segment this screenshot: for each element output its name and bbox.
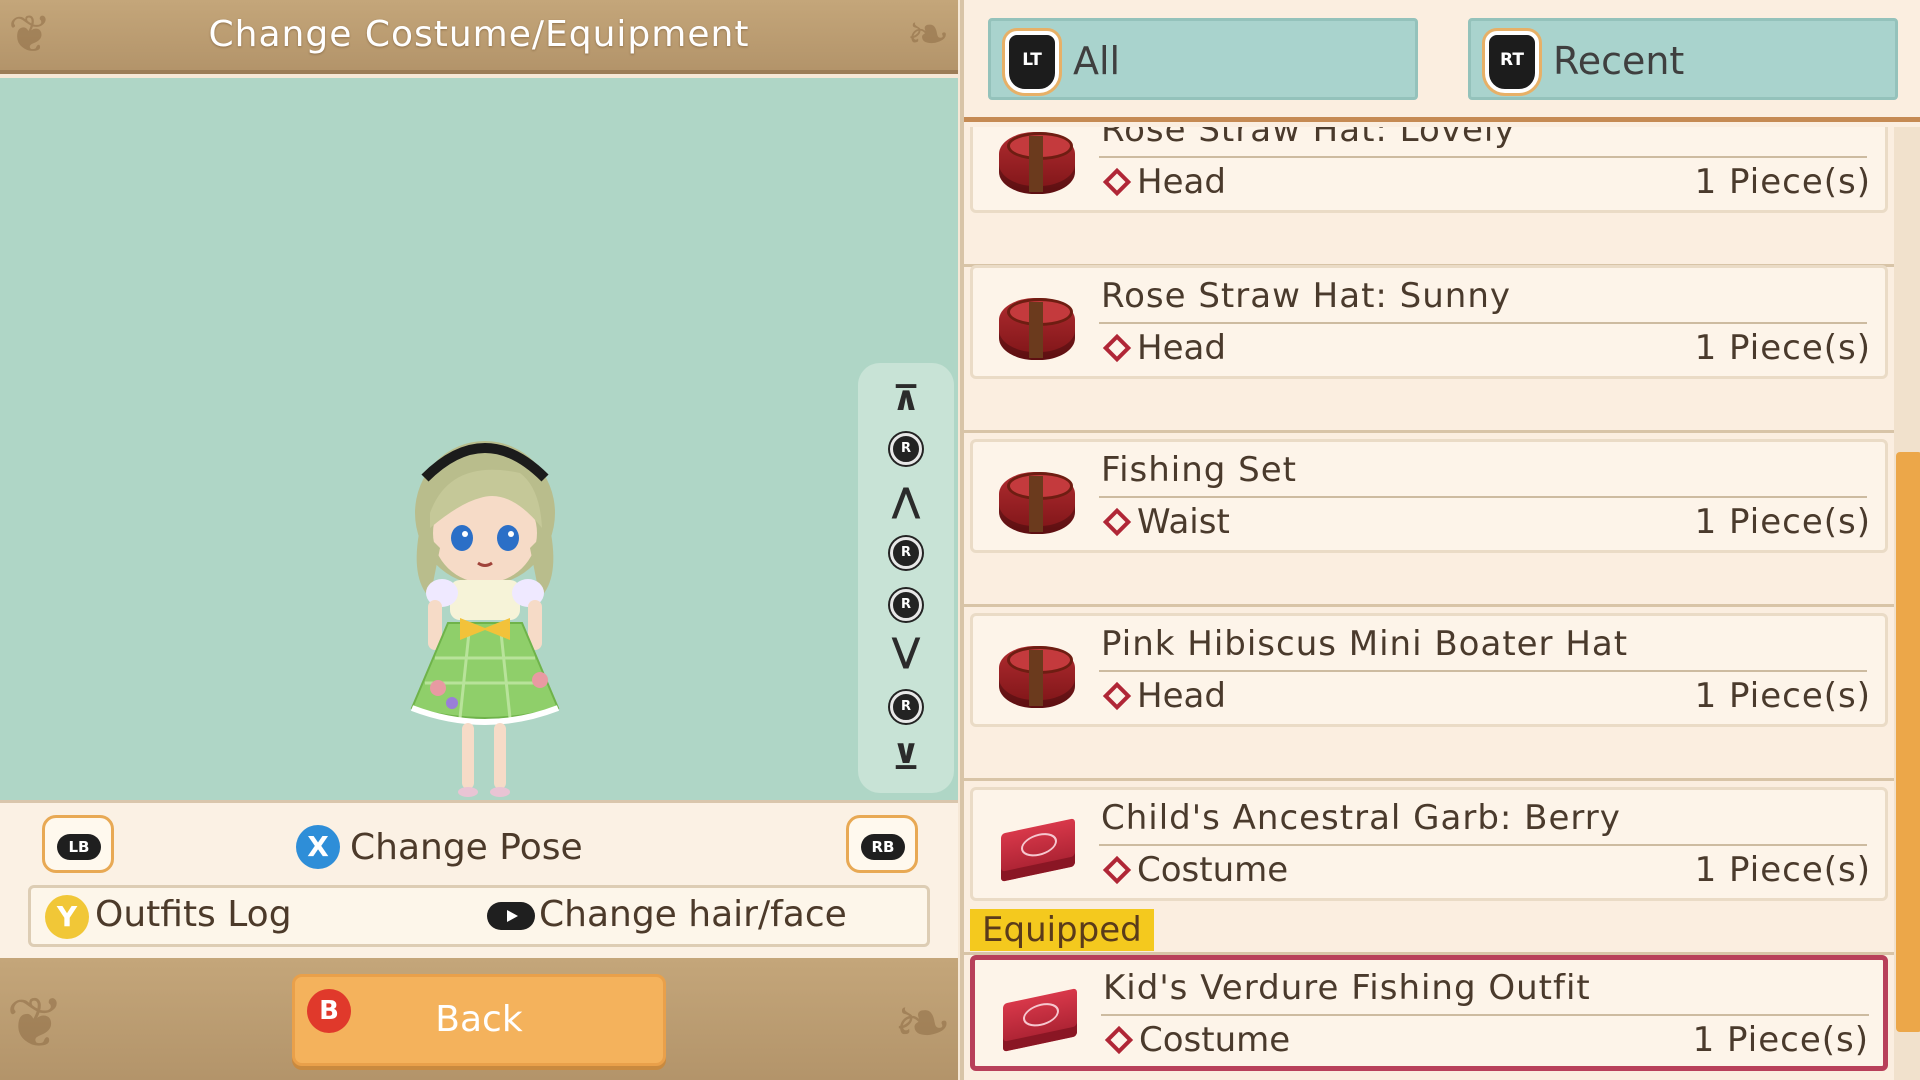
item-category: Costume — [1103, 1020, 1290, 1060]
list-item[interactable]: Pink Hibiscus Mini Boater Hat Head 1 Pie… — [964, 607, 1894, 781]
diamond-icon — [1102, 507, 1132, 537]
back-button[interactable]: B Back — [292, 974, 666, 1066]
item-quantity: 1 Piece(s) — [1694, 162, 1871, 202]
item-quantity: 1 Piece(s) — [1692, 1020, 1869, 1060]
tab-recent[interactable]: RT Recent — [1468, 18, 1898, 100]
item-category-label: Costume — [1137, 850, 1289, 890]
back-label: Back — [435, 999, 523, 1040]
hatbox-icon — [999, 290, 1075, 360]
scrollbar-thumb[interactable] — [1896, 452, 1920, 1032]
rb-label: RB — [861, 834, 905, 860]
options-row: Y Outfits Log Change hair/face — [28, 885, 930, 947]
outfits-log-button[interactable]: Outfits Log — [95, 894, 292, 935]
item-quantity: 1 Piece(s) — [1694, 502, 1871, 542]
tab-all[interactable]: LT All — [988, 18, 1418, 100]
list-item[interactable]: Fishing Set Waist 1 Piece(s) — [964, 433, 1894, 607]
inventory-panel: LT All RT Recent Rose Straw Hat: Lovely … — [960, 0, 1920, 1080]
page-title: Change Costume/Equipment — [208, 14, 750, 55]
item-quantity: 1 Piece(s) — [1694, 676, 1871, 716]
item-category-label: Head — [1137, 328, 1226, 368]
diamond-icon — [1104, 1025, 1134, 1055]
lb-label: LB — [57, 834, 101, 860]
tab-recent-label: Recent — [1553, 39, 1685, 83]
diamond-icon — [1102, 681, 1132, 711]
item-name: Child's Ancestral Garb: Berry — [1101, 798, 1621, 838]
item-card[interactable]: Fishing Set Waist 1 Piece(s) — [970, 439, 1888, 553]
ornament-icon: ❧ — [893, 982, 952, 1064]
preview-panel: ❦ Change Costume/Equipment ❧ ⊼ R ⋀ R R ⋁… — [0, 0, 958, 1080]
item-category-label: Head — [1137, 676, 1226, 716]
zoom-top-icon[interactable]: ⊼ — [858, 379, 954, 419]
item-category: Costume — [1101, 850, 1288, 890]
camera-control-panel: ⊼ R ⋀ R R ⋁ R ⊻ — [858, 363, 954, 793]
right-stick-down-icon: R — [890, 691, 922, 723]
character-model — [410, 441, 560, 797]
item-category-label: Costume — [1139, 1020, 1291, 1060]
x-button-icon: X — [296, 825, 340, 869]
ornament-icon: ❧ — [906, 5, 950, 65]
tab-all-label: All — [1073, 39, 1121, 83]
rt-button-icon: RT — [1485, 31, 1539, 93]
diamond-icon — [1102, 333, 1132, 363]
change-pose-button[interactable]: X Change Pose — [296, 823, 583, 871]
change-pose-label: Change Pose — [350, 826, 583, 868]
item-card[interactable]: Pink Hibiscus Mini Boater Hat Head 1 Pie… — [970, 613, 1888, 727]
chevron-down-icon[interactable]: ⋁ — [858, 631, 954, 671]
action-bar: LB X Change Pose RB Y Outfits Log Change… — [0, 800, 958, 958]
item-category-label: Waist — [1137, 502, 1230, 542]
item-card[interactable]: Child's Ancestral Garb: Berry Costume 1 … — [970, 787, 1888, 901]
lt-button-icon: LT — [1005, 31, 1059, 93]
item-card[interactable]: Rose Straw Hat: Lovely Head 1 Piece(s) — [970, 127, 1888, 213]
list-item-equipped[interactable]: Kid's Verdure Fishing Outfit Costume 1 P… — [964, 951, 1894, 1080]
hatbox-icon — [999, 638, 1075, 708]
filter-tabs: LT All RT Recent — [964, 0, 1920, 122]
diamond-icon — [1102, 167, 1132, 197]
zoom-bottom-icon[interactable]: ⊻ — [858, 738, 954, 778]
hatbox-icon — [999, 127, 1075, 194]
list-item[interactable]: Rose Straw Hat: Sunny Head 1 Piece(s) — [964, 259, 1894, 433]
right-stick-right-icon: R — [890, 589, 922, 621]
lb-button[interactable]: LB — [42, 815, 114, 873]
title-bar: ❦ Change Costume/Equipment ❧ — [0, 0, 958, 74]
item-name: Pink Hibiscus Mini Boater Hat — [1101, 624, 1629, 664]
equipped-badge: Equipped — [970, 909, 1154, 951]
rb-button[interactable]: RB — [846, 815, 918, 873]
item-category: Head — [1101, 162, 1226, 202]
chevron-up-icon[interactable]: ⋀ — [858, 481, 954, 521]
item-category: Head — [1101, 676, 1226, 716]
item-quantity: 1 Piece(s) — [1694, 850, 1871, 890]
hatbox-icon — [999, 464, 1075, 534]
footer-bar: ❦ B Back ❧ — [0, 958, 958, 1080]
right-stick-up-icon: R — [890, 433, 922, 465]
ornament-icon: ❦ — [6, 982, 65, 1064]
item-quantity: 1 Piece(s) — [1694, 328, 1871, 368]
stick-right-icon — [487, 902, 535, 930]
item-card[interactable]: Rose Straw Hat: Sunny Head 1 Piece(s) — [970, 265, 1888, 379]
item-name: Rose Straw Hat: Sunny — [1101, 276, 1512, 316]
list-item[interactable]: Rose Straw Hat: Lovely Head 1 Piece(s) — [964, 127, 1894, 267]
item-category: Waist — [1101, 502, 1230, 542]
item-category: Head — [1101, 328, 1226, 368]
change-hair-face-button[interactable]: Change hair/face — [539, 894, 847, 935]
y-button-icon[interactable]: Y — [45, 895, 89, 939]
item-card-equipped[interactable]: Kid's Verdure Fishing Outfit Costume 1 P… — [970, 955, 1888, 1071]
right-stick-left-icon: R — [890, 537, 922, 569]
gift-case-icon — [1001, 982, 1077, 1052]
item-list[interactable]: Rose Straw Hat: Lovely Head 1 Piece(s) R… — [964, 127, 1894, 1080]
diamond-icon — [1102, 855, 1132, 885]
item-category-label: Head — [1137, 162, 1226, 202]
item-name: Fishing Set — [1101, 450, 1298, 490]
character-preview[interactable] — [0, 78, 958, 800]
item-name: Kid's Verdure Fishing Outfit — [1103, 968, 1591, 1008]
gift-case-icon — [999, 812, 1075, 882]
item-name: Rose Straw Hat: Lovely — [1101, 127, 1516, 150]
